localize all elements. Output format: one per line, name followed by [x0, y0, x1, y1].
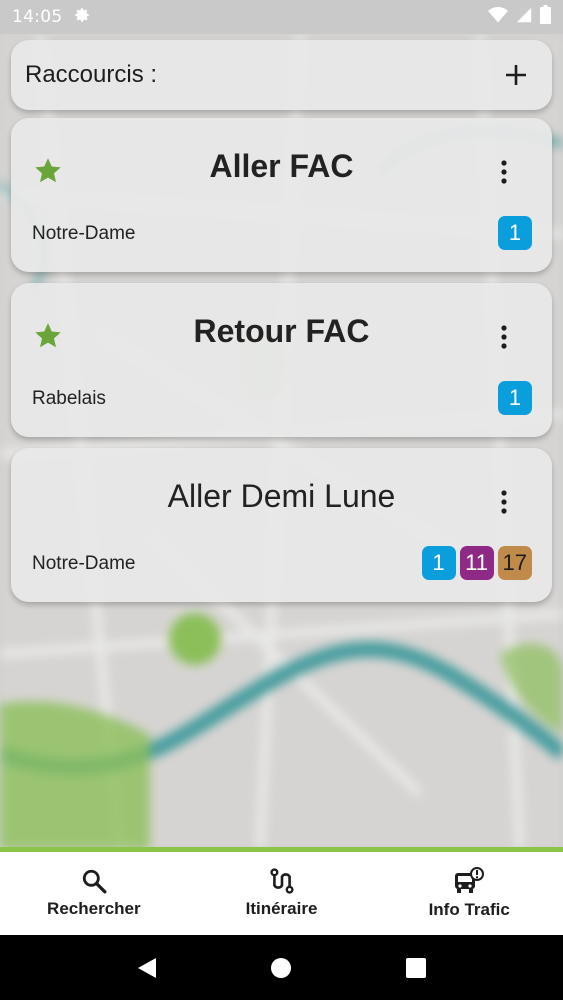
shortcut-name: Retour FAC — [193, 313, 370, 349]
plus-icon — [506, 65, 526, 85]
line-badge: 17 — [497, 546, 532, 580]
shortcut-stop: Rabelais — [32, 388, 106, 409]
recents-icon — [405, 957, 426, 978]
line-badges: 1 11 17 — [421, 546, 532, 580]
system-recents-button[interactable] — [396, 948, 436, 988]
shortcut-stop: Notre-Dame — [32, 553, 136, 574]
shortcut-menu-button[interactable] — [490, 156, 518, 188]
shortcut-card[interactable]: Aller FAC Notre-Dame 1 — [11, 118, 552, 272]
line-badges: 1 — [498, 381, 532, 415]
shortcut-menu-button[interactable] — [490, 321, 518, 353]
star-icon[interactable] — [33, 321, 63, 351]
system-home-button[interactable] — [261, 948, 301, 988]
signal-icon — [516, 6, 532, 29]
status-bar: 14:05 — [0, 0, 563, 34]
star-icon[interactable] — [33, 156, 63, 186]
nav-rechercher[interactable]: Rechercher — [0, 852, 188, 935]
nav-label: Itinéraire — [245, 899, 318, 918]
line-badge: 1 — [498, 216, 532, 250]
bus-alert-icon — [455, 867, 485, 893]
shortcut-stop: Notre-Dame — [32, 223, 136, 244]
home-icon — [271, 957, 292, 978]
nav-itineraire[interactable]: Itinéraire — [188, 852, 376, 935]
more-vertical-icon — [501, 325, 507, 349]
shortcut-name: Aller Demi Lune — [167, 478, 396, 514]
nav-info-trafic[interactable]: Info Trafic — [375, 852, 563, 935]
shortcuts-title: Raccourcis : — [25, 61, 158, 88]
wifi-icon — [488, 6, 508, 29]
bottom-navigation: Rechercher Itinéraire Info Trafic — [0, 847, 563, 935]
system-navigation-bar — [0, 935, 563, 1000]
more-vertical-icon — [501, 160, 507, 184]
line-badge: 11 — [459, 546, 494, 580]
shortcut-name: Aller FAC — [209, 148, 354, 184]
search-icon — [82, 869, 107, 894]
nav-label: Info Trafic — [428, 900, 510, 919]
system-back-button[interactable] — [127, 948, 167, 988]
gear-icon — [73, 6, 91, 29]
line-badge: 1 — [421, 546, 456, 580]
add-shortcut-button[interactable] — [494, 53, 538, 97]
shortcut-card[interactable]: Aller Demi Lune Notre-Dame 1 11 17 — [11, 448, 552, 602]
shortcuts-screen: Raccourcis : Aller FAC Notre-Dame 1 Reto… — [0, 34, 563, 849]
shortcut-card[interactable]: Retour FAC Rabelais 1 — [11, 283, 552, 437]
nav-label: Rechercher — [47, 899, 141, 918]
back-icon — [138, 957, 157, 978]
line-badges: 1 — [498, 216, 532, 250]
shortcuts-header-card: Raccourcis : — [11, 40, 552, 110]
shortcut-menu-button[interactable] — [490, 486, 518, 518]
more-vertical-icon — [501, 490, 507, 514]
line-badge: 1 — [498, 381, 532, 415]
route-icon — [269, 868, 294, 894]
status-time: 14:05 — [12, 7, 63, 27]
battery-icon — [540, 5, 551, 29]
